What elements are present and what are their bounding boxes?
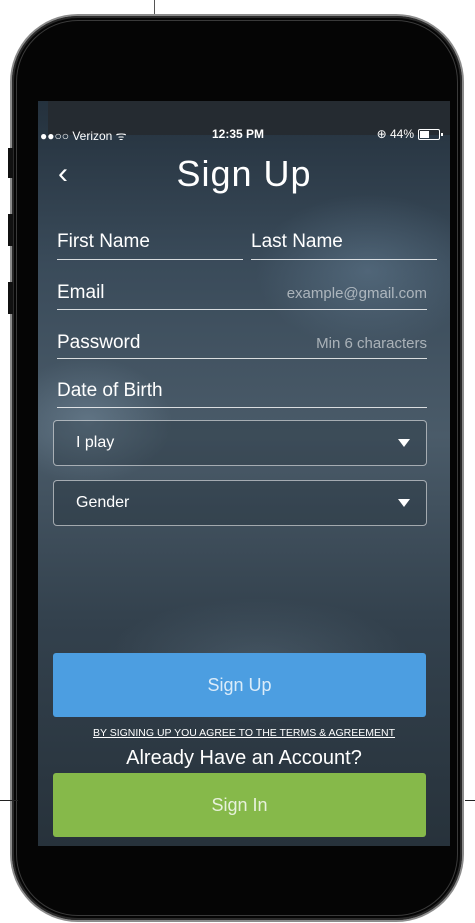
mute-switch — [8, 148, 13, 178]
email-underline — [57, 309, 427, 310]
email-placeholder: example@gmail.com — [286, 285, 427, 302]
password-placeholder: Min 6 characters — [316, 335, 427, 352]
frame-edge-line — [0, 800, 18, 801]
carrier-signal: ●●○○ Verizon ᯤ — [40, 129, 127, 143]
password-underline — [57, 358, 427, 359]
volume-up-button — [8, 214, 13, 246]
i-play-select-label: I play — [76, 434, 115, 451]
battery-percent: ⊕ 44% — [376, 127, 414, 141]
dropdown-caret-icon — [398, 439, 410, 447]
already-have-account-text: Already Have an Account? — [126, 747, 362, 769]
date-of-birth-field[interactable]: Date of Birth — [57, 380, 163, 402]
gender-select-label: Gender — [76, 494, 130, 511]
status-bar: ●●○○ Verizon ᯤ 12:35 PM ⊕ 44% — [38, 126, 450, 144]
first-name-underline — [57, 259, 243, 260]
page-title: Sign Up — [176, 153, 312, 194]
app-screen: ●●○○ Verizon ᯤ 12:35 PM ⊕ 44% ‹ Sign Up … — [38, 101, 450, 846]
volume-down-button — [8, 282, 13, 314]
gender-select[interactable]: Gender — [53, 480, 427, 526]
frame-edge-line — [465, 800, 475, 801]
battery-status: ⊕ 44% — [376, 127, 443, 141]
date-of-birth-underline — [57, 407, 427, 408]
last-name-underline — [251, 259, 437, 260]
status-time: 12:35 PM — [212, 127, 265, 141]
dropdown-caret-icon — [398, 499, 410, 507]
sign-up-button[interactable]: Sign Up — [53, 653, 426, 717]
email-field[interactable]: Email — [57, 282, 105, 304]
i-play-select[interactable]: I play — [53, 420, 427, 466]
first-name-field[interactable]: First Name — [57, 231, 150, 253]
sign-in-button[interactable]: Sign In — [53, 773, 426, 837]
last-name-field[interactable]: Last Name — [251, 231, 343, 253]
password-field[interactable]: Password — [57, 332, 140, 354]
terms-link[interactable]: BY SIGNING UP YOU AGREE TO THE TERMS & A… — [38, 727, 450, 739]
battery-icon — [418, 128, 443, 140]
